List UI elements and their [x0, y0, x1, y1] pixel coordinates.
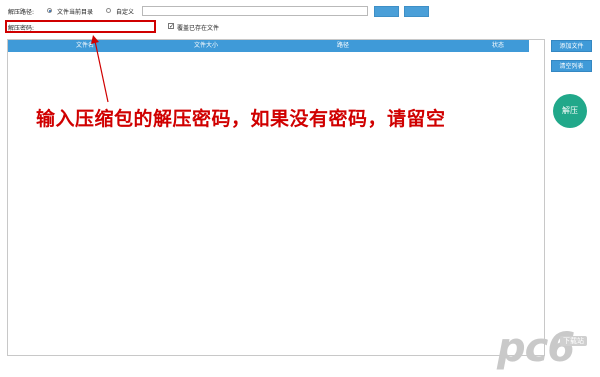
watermark-logo: pc6 — [497, 325, 575, 371]
annotation-text: 输入压缩包的解压密码，如果没有密码，请留空 — [36, 108, 446, 130]
annotation-arrow — [91, 35, 109, 103]
watermark-tag: 下载站 — [560, 336, 587, 346]
watermark-logo-text: pc6 — [497, 325, 575, 371]
